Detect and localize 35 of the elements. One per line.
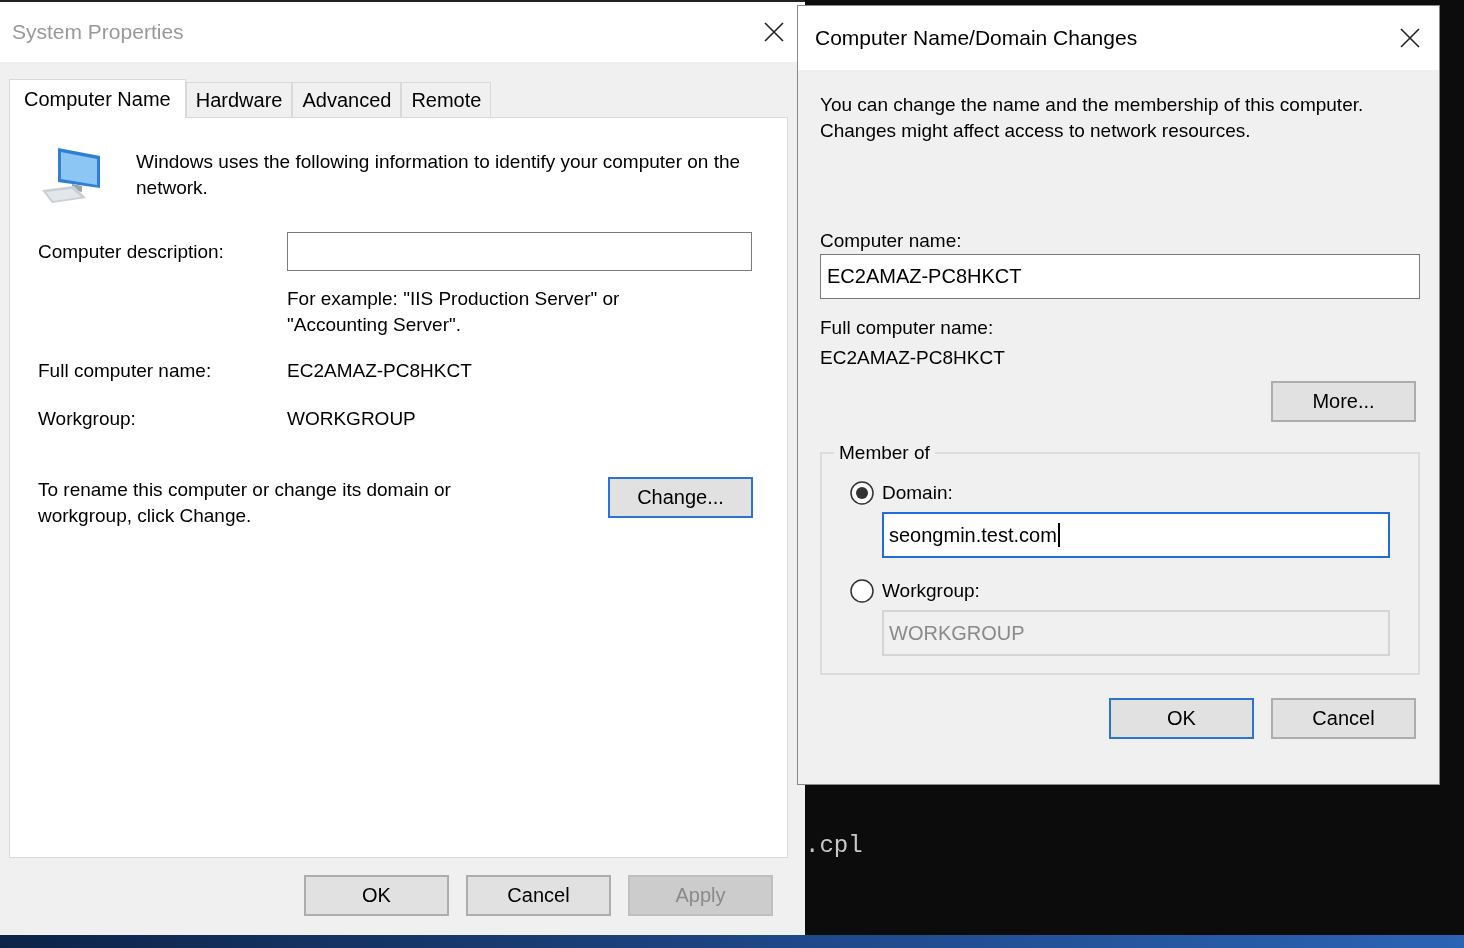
text-cursor (1057, 523, 1060, 547)
intro-text: Windows uses the following information to identify your computer on the network. (136, 150, 742, 200)
field-label: Computer name: (820, 229, 963, 253)
field-label: Computer description: (38, 240, 225, 264)
dialog-button[interactable]: Cancel (466, 875, 611, 916)
console-text: .cpl (805, 832, 863, 859)
close-icon[interactable] (763, 21, 785, 43)
field-label: Full computer name: (38, 359, 213, 383)
dialog-button[interactable]: OK (304, 875, 449, 916)
tab[interactable]: Advanced (292, 82, 402, 117)
window-title: Computer Name/Domain Changes (815, 26, 1138, 50)
rename-text: To rename this computer or change its domain or workgroup, click Change. (38, 478, 452, 528)
field-label: Workgroup: (38, 407, 137, 431)
window-title: System Properties (12, 20, 184, 44)
radio-label: Domain: (882, 482, 953, 504)
field-value: EC2AMAZ-PC8HKCT (287, 359, 473, 383)
tab[interactable]: Computer Name (9, 79, 186, 118)
close-icon[interactable] (1399, 27, 1421, 49)
change-button[interactable]: Change... (608, 477, 753, 518)
radio-label: Workgroup: (882, 580, 980, 602)
radio-button[interactable] (850, 579, 874, 603)
dialog-button[interactable]: OK (1109, 698, 1254, 739)
text-field[interactable]: seongmin.test.com (882, 512, 1390, 558)
hint-text: For example: "IIS Production Server" or "Accounting Server". (287, 287, 621, 337)
description-field[interactable] (287, 232, 752, 271)
field-label: Full computer name: (820, 316, 995, 340)
radio-button[interactable] (850, 481, 874, 505)
field-value: WORKGROUP (287, 407, 417, 431)
field-value: EC2AMAZ-PC8HKCT (820, 346, 1006, 370)
tab[interactable]: Remote (401, 82, 492, 117)
dialog-button[interactable]: Cancel (1271, 698, 1416, 739)
tab[interactable]: Hardware (185, 82, 293, 117)
intro-text: You can change the name and the membership of this computer. Changes might affect access to network resources. (820, 93, 1365, 143)
more-button[interactable]: More... (1271, 381, 1416, 422)
computer-name-field[interactable]: EC2AMAZ-PC8HKCT (820, 254, 1420, 299)
